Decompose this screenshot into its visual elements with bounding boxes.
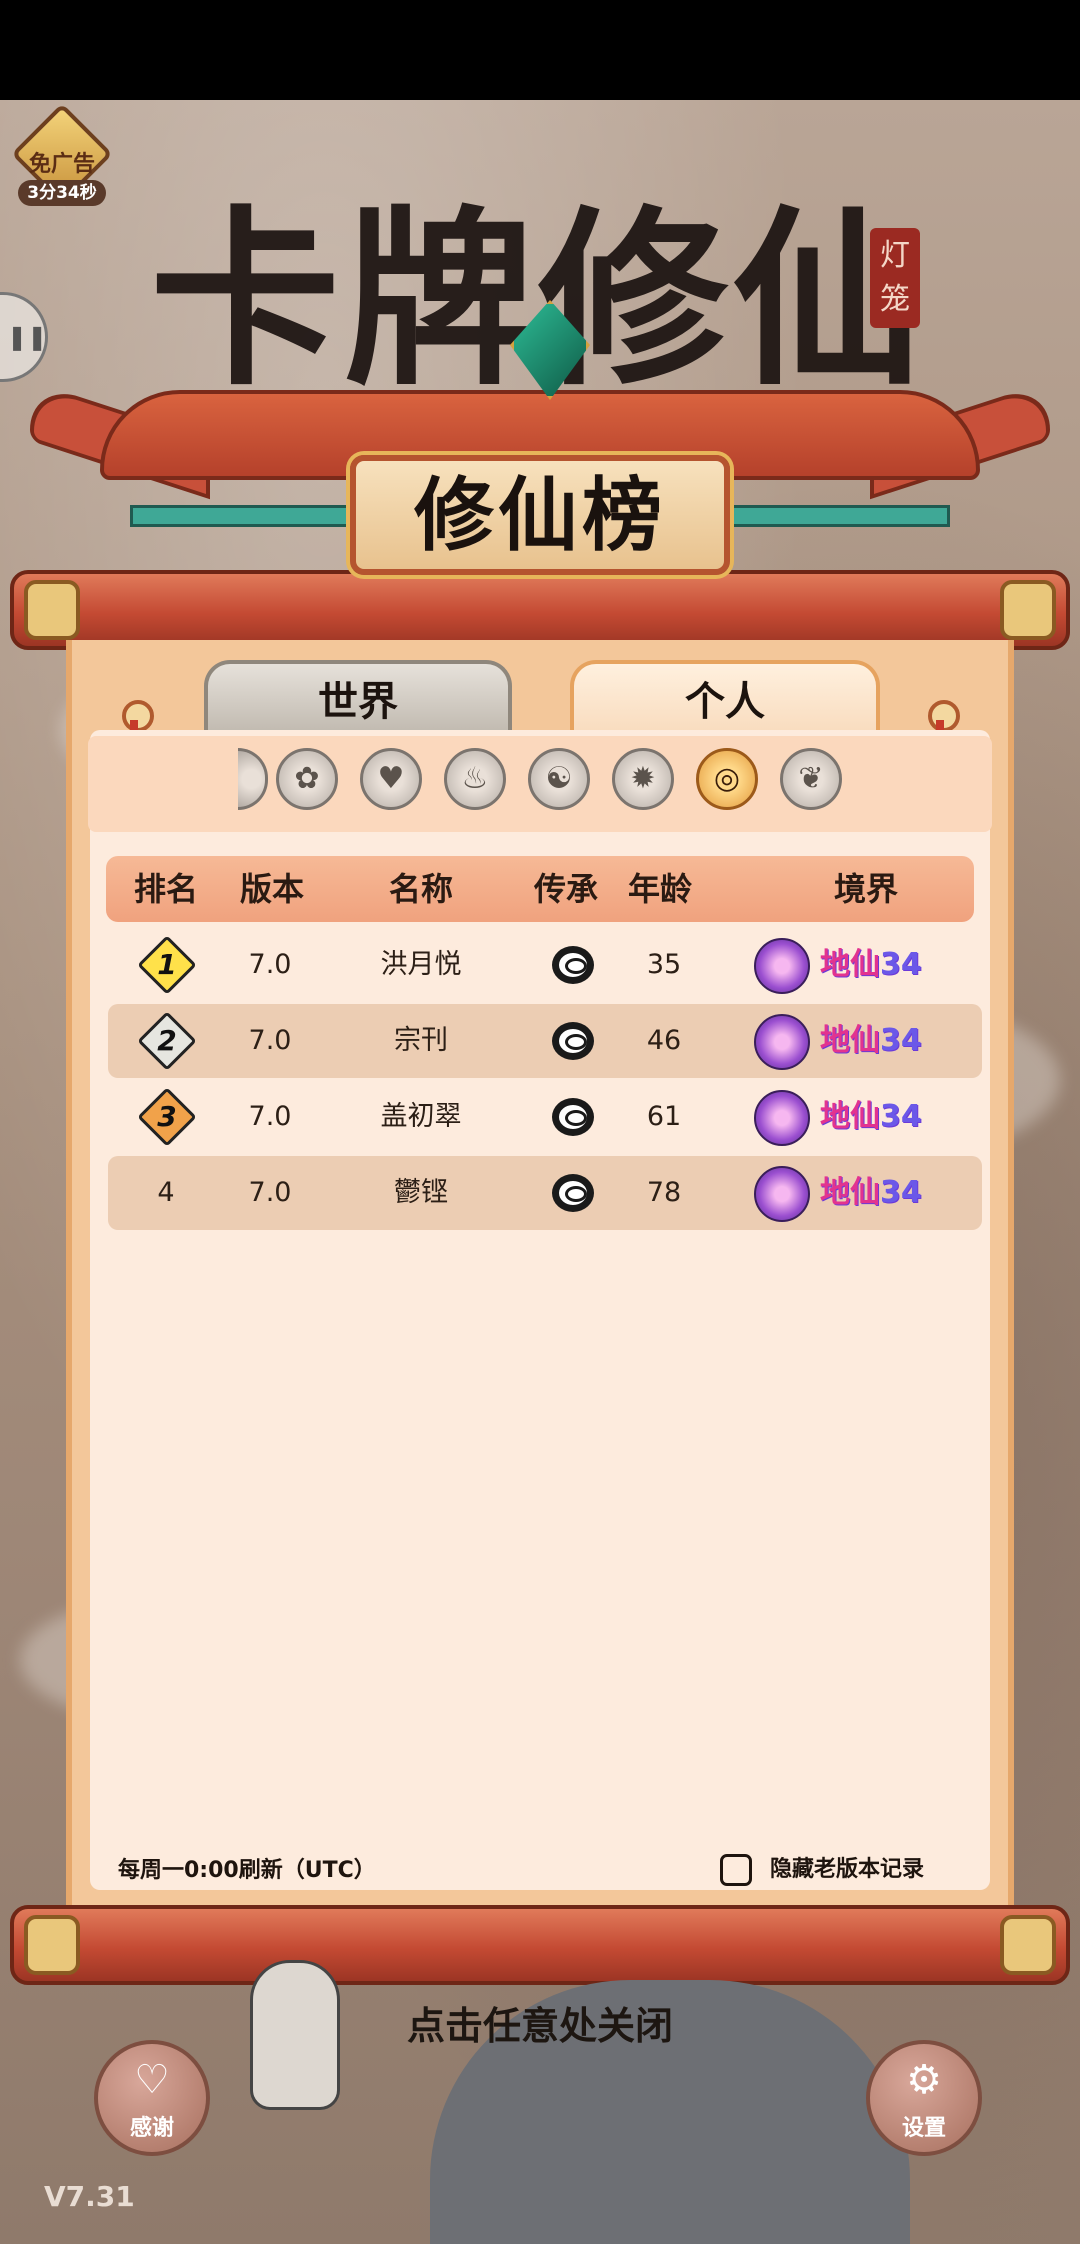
header-inheritance: 传承 [533,870,598,908]
settings-button[interactable]: ⚙ 设置 [866,2040,982,2156]
flame-icon[interactable]: ✹ [612,748,674,810]
header-name: 名称 [388,870,453,908]
tab-personal[interactable]: 个人 [570,660,880,736]
table-row[interactable]: 3 7.0 盖初翠 61 地仙34 [108,1080,982,1154]
version-label: V7.31 [44,2180,135,2213]
realm-emblem-icon [754,1014,810,1070]
row-age: 61 [646,1101,682,1132]
table-header: 排名 版本 名称 传承 年龄 境界 [106,856,974,922]
row-version: 7.0 [248,949,292,980]
ring-icon [552,946,594,984]
rod-cap-left [24,580,80,640]
header-realm: 境界 [833,870,898,908]
row-realm: 地仙34 [820,1023,922,1058]
row-version: 7.0 [248,1025,292,1056]
row-realm: 地仙34 [820,947,922,982]
ring-icon [552,1098,594,1136]
gear-icon: ⚙ [906,2057,942,2103]
realm-emblem-icon [754,1166,810,1222]
rod-cap-left [24,1915,80,1975]
row-version: 7.0 [248,1177,292,1208]
realm-emblem-icon [754,938,810,994]
ring-icon [552,1174,594,1212]
rank-badge-gold: 1 [137,935,197,995]
status-bar [0,0,1080,100]
leaderboard-plaque: 修仙榜 [350,455,730,575]
scroll-rod-top [10,570,1070,650]
ring-icon[interactable]: ◎ [696,748,758,810]
header-rank: 排名 [133,870,198,908]
gourd-heart-icon: ♡ [134,2057,170,2103]
row-version: 7.0 [248,1101,292,1132]
thanks-button[interactable]: ♡ 感谢 [94,2040,210,2156]
hide-old-label[interactable]: 隐藏老版本记录 [770,1854,924,1886]
jade-gem-icon [510,300,590,400]
row-age: 35 [646,949,682,980]
leaderboard-title: 修仙榜 [414,468,666,562]
row-realm: 地仙34 [820,1099,922,1134]
rank-badge-bronze: 3 [137,1087,197,1147]
table-row[interactable]: 4 7.0 鬱铿 78 地仙34 [108,1156,982,1230]
header-age: 年龄 [627,870,692,908]
remove-ads-button[interactable]: 免广告 3分34秒 [11,103,113,208]
table-row[interactable]: 2 7.0 宗刊 46 地仙34 [108,1004,982,1078]
row-rank: 4 [157,1177,175,1208]
row-age: 46 [646,1025,682,1056]
row-realm: 地仙34 [820,1175,922,1210]
ring-icon [552,1022,594,1060]
tab-world[interactable]: 世界 [204,660,512,736]
realm-emblem-icon [754,1090,810,1146]
heart-icon[interactable]: ♥ [360,748,422,810]
hide-old-checkbox[interactable] [720,1854,752,1886]
ad-timer: 3分34秒 [18,180,106,206]
row-name: 盖初翠 [380,1101,462,1132]
header-version: 版本 [239,870,304,908]
yin-yang-icon[interactable]: ☯ [528,748,590,810]
rod-cap-right [1000,580,1056,640]
remove-ads-label: 免广告 [28,152,95,177]
rank-badge-silver: 2 [137,1011,197,1071]
row-age: 78 [646,1177,682,1208]
settings-label: 设置 [901,2116,946,2141]
thanks-label: 感谢 [129,2116,174,2141]
row-name: 鬱铿 [394,1177,448,1208]
row-name: 宗刊 [394,1025,448,1056]
fire-icon[interactable]: ♨ [444,748,506,810]
row-name: 洪月悦 [380,949,462,980]
book-icon[interactable]: ✿ [276,748,338,810]
table-row[interactable]: 1 7.0 洪月悦 35 地仙34 [108,928,982,1002]
refresh-note: 每周一0:00刷新（UTC） [118,1858,376,1883]
spirit-icon[interactable]: ❦ [780,748,842,810]
